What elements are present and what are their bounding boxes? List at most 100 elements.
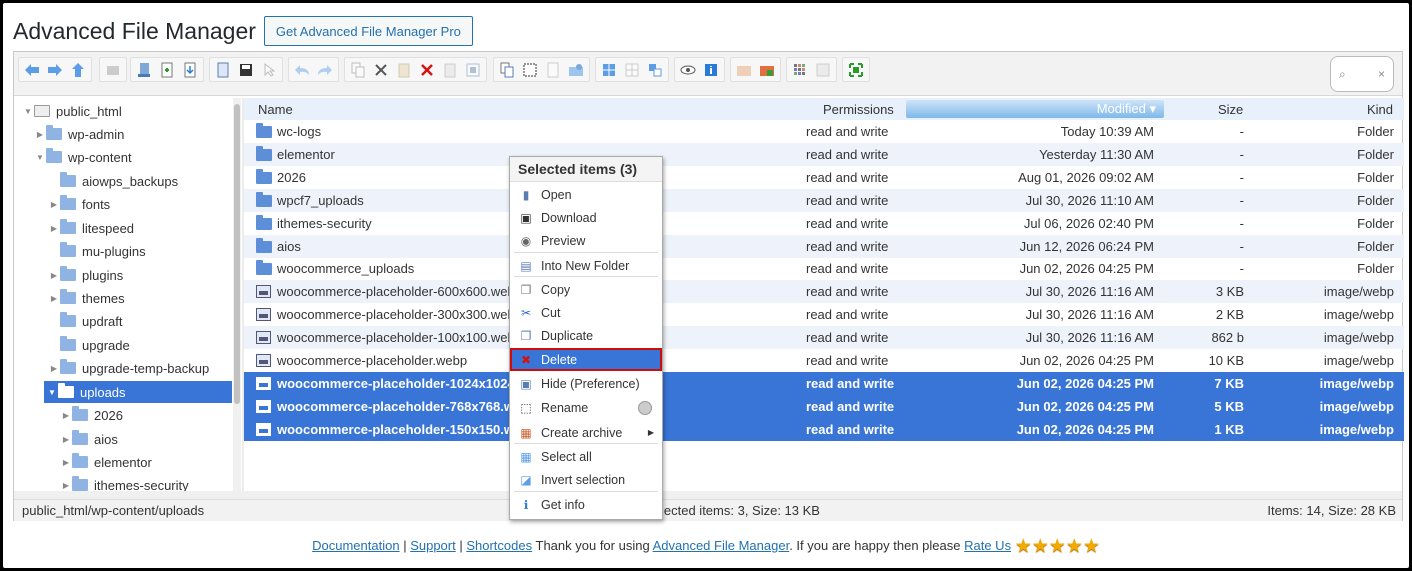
tree-item-themes[interactable]: ▶ themes [48, 287, 125, 309]
grid-view-icon[interactable] [789, 58, 811, 81]
tree-item-2026[interactable]: ▶ 2026 [60, 404, 123, 426]
duplicate-icon[interactable] [496, 58, 518, 81]
tree-item-updraft[interactable]: updraft [48, 310, 122, 332]
tree-item-uploads[interactable]: ▼ uploads [44, 381, 232, 403]
select-icon[interactable] [258, 58, 280, 81]
table-row[interactable]: woocommerce-placeholder-768x768.webp read… [244, 394, 1404, 418]
chevron-right-icon[interactable]: ▶ [48, 294, 60, 303]
column-modified[interactable]: Modified ▾ [906, 100, 1164, 118]
afm-link[interactable]: Advanced File Manager [653, 538, 790, 553]
menu-item-delete[interactable]: ✖ Delete [510, 348, 662, 371]
chevron-right-icon[interactable]: ▶ [48, 200, 60, 209]
column-name[interactable]: Name [258, 102, 293, 117]
table-row[interactable]: woocommerce-placeholder-150x150.webp read… [244, 417, 1404, 441]
tree-item-wp-content[interactable]: ▼ wp-content [34, 146, 132, 168]
table-row[interactable]: aios read and write Jun 12, 2026 06:24 PM -… [244, 234, 1404, 258]
chevron-right-icon[interactable]: ▶ [60, 481, 72, 490]
table-row[interactable]: woocommerce-placeholder-300x300.webp read… [244, 303, 1404, 326]
up-icon[interactable] [67, 58, 89, 81]
copy-icon[interactable] [347, 58, 369, 81]
tree-root[interactable]: ▼ public_html [22, 100, 122, 122]
archive-icon[interactable] [756, 58, 778, 81]
paste-icon[interactable] [393, 58, 415, 81]
tree-item-elementor[interactable]: ▶ elementor [60, 451, 152, 473]
tree-scrollbar[interactable] [233, 98, 241, 491]
menu-item-download[interactable]: ▣ Download [512, 206, 660, 229]
upload-icon[interactable] [133, 58, 155, 81]
table-row[interactable]: woocommerce_uploads read and write Jun 02,… [244, 257, 1404, 280]
support-link[interactable]: Support [410, 538, 456, 553]
tree-item-litespeed[interactable]: ▶ litespeed [48, 217, 134, 239]
menu-item-open[interactable]: ▮ Open [512, 183, 660, 206]
delete-icon[interactable] [416, 58, 438, 81]
info-icon[interactable] [700, 58, 722, 81]
redo-icon[interactable] [314, 58, 336, 81]
tree-item-plugins[interactable]: ▶ plugins [48, 264, 123, 286]
empty-icon[interactable] [439, 58, 461, 81]
chevron-right-icon[interactable]: ▶ [48, 271, 60, 280]
open-icon[interactable] [212, 58, 234, 81]
tree-item-wp-admin[interactable]: ▶ wp-admin [34, 123, 124, 145]
table-row[interactable]: woocommerce-placeholder-100x100.webp read… [244, 326, 1404, 350]
chevron-down-icon[interactable]: ▼ [46, 388, 58, 397]
horizontal-scrollbar[interactable] [14, 491, 1402, 499]
table-row[interactable]: wc-logs read and write Today 10:39 AM - Fold… [244, 120, 1404, 143]
menu-item-hide-preference[interactable]: ▣ Hide (Preference) [512, 372, 660, 395]
undo-icon[interactable] [291, 58, 313, 81]
table-row[interactable]: elementor read and write Yesterday 11:30 A… [244, 142, 1404, 166]
menu-item-get-info[interactable]: ℹ Get info [512, 493, 660, 516]
tree-item-upgrade[interactable]: upgrade [48, 334, 130, 356]
get-pro-button[interactable]: Get Advanced File Manager Pro [263, 16, 473, 46]
chevron-right-icon[interactable]: ▶ [60, 458, 72, 467]
menu-item-select-all[interactable]: ▦ Select all [512, 445, 660, 468]
table-row[interactable]: ithemes-security read and write Jul 06, 20… [244, 212, 1404, 235]
fullscreen-icon[interactable] [845, 58, 867, 81]
forward-icon[interactable] [44, 58, 66, 81]
chevron-right-icon[interactable]: ▶ [34, 130, 46, 139]
menu-item-preview[interactable]: ◉ Preview [512, 229, 660, 252]
hide-icon[interactable] [462, 58, 484, 81]
select-none-icon[interactable] [621, 58, 643, 81]
back-icon[interactable] [21, 58, 43, 81]
clear-search-icon[interactable]: × [1378, 67, 1385, 81]
chevron-down-icon[interactable]: ▼ [34, 153, 46, 162]
download-icon[interactable] [179, 58, 201, 81]
tree-item-ithemes-security[interactable]: ▶ ithemes-security [60, 474, 189, 491]
invert-selection-icon[interactable] [644, 58, 666, 81]
menu-item-invert-selection[interactable]: ◪ Invert selection [512, 468, 660, 491]
sort-icon[interactable] [812, 58, 834, 81]
chevron-right-icon[interactable]: ▶ [60, 411, 72, 420]
menu-item-duplicate[interactable]: ❐ Duplicate [512, 324, 660, 347]
menu-item-cut[interactable]: ✂ Cut [512, 301, 660, 324]
table-row[interactable]: woocommerce-placeholder-1024x1024.webp re… [244, 371, 1404, 395]
table-row[interactable]: woocommerce-placeholder.webp read and wri… [244, 349, 1404, 372]
new-file-icon[interactable] [156, 58, 178, 81]
chevron-down-icon[interactable]: ▼ [22, 107, 34, 116]
rename-icon[interactable] [519, 58, 541, 81]
rating-stars-icon[interactable]: ★★★★★ [1015, 536, 1100, 557]
menu-item-create-archive[interactable]: ▦ Create archive ▶ [512, 421, 660, 444]
preview-icon[interactable] [677, 58, 699, 81]
reload-icon[interactable] [102, 58, 124, 81]
select-all-icon[interactable] [598, 58, 620, 81]
documentation-link[interactable]: Documentation [312, 538, 399, 553]
chevron-right-icon[interactable]: ▶ [48, 224, 60, 233]
column-size[interactable]: Size [1218, 102, 1243, 117]
menu-item-rename[interactable]: ⬚ Rename [512, 396, 660, 419]
extract-icon[interactable] [733, 58, 755, 81]
rate-us-link[interactable]: Rate Us [964, 538, 1011, 553]
table-row[interactable]: 2026 read and write Aug 01, 2026 09:02 AM -… [244, 166, 1404, 189]
menu-item-copy[interactable]: ❐ Copy [512, 278, 660, 301]
tree-item-fonts[interactable]: ▶ fonts [48, 193, 110, 215]
tree-item-upgrade-temp-backup[interactable]: ▶ upgrade-temp-backup [48, 357, 209, 379]
shortcodes-link[interactable]: Shortcodes [466, 538, 532, 553]
resize-icon[interactable] [565, 58, 587, 81]
tree-item-aiowps-backups[interactable]: aiowps_backups [48, 170, 178, 192]
column-permissions[interactable]: Permissions [823, 102, 894, 117]
search-input[interactable]: ⌕ × [1330, 56, 1394, 92]
cut-icon[interactable] [370, 58, 392, 81]
edit-icon[interactable] [542, 58, 564, 81]
table-row[interactable]: wpcf7_uploads read and write Jul 30, 2026 … [244, 188, 1404, 212]
chevron-right-icon[interactable]: ▶ [60, 435, 72, 444]
table-row[interactable]: woocommerce-placeholder-600x600.webp read… [244, 280, 1404, 304]
